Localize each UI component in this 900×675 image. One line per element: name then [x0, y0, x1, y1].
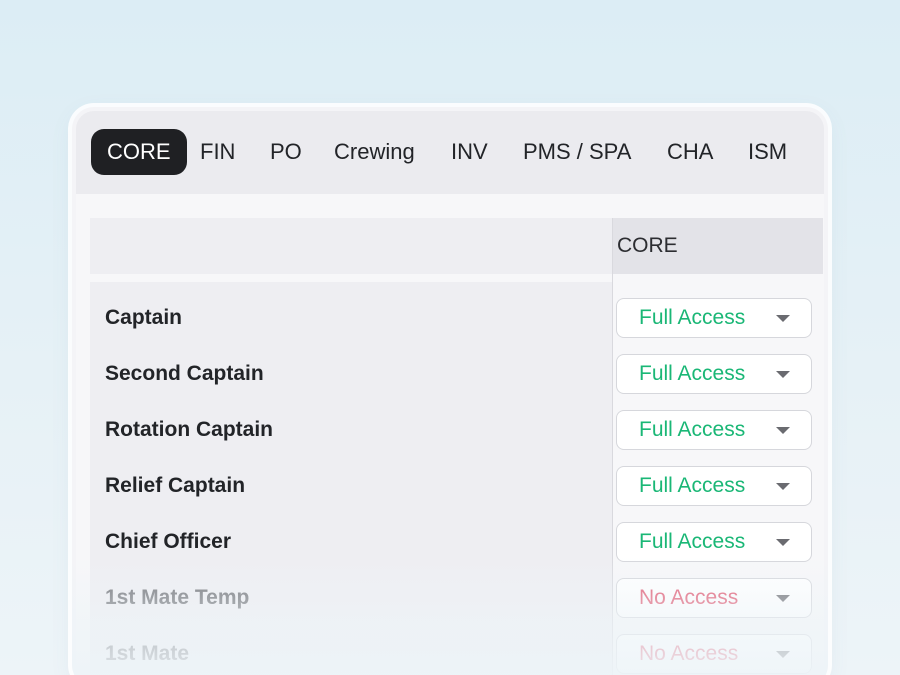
- tab-cha[interactable]: CHA: [667, 129, 713, 175]
- access-level-select[interactable]: Full Access: [616, 410, 812, 450]
- table-row: Relief Captain Full Access: [90, 458, 823, 514]
- caret-down-icon: [776, 595, 790, 602]
- role-name: Chief Officer: [105, 530, 232, 553]
- caret-down-icon: [776, 371, 790, 378]
- role-name: Captain: [105, 306, 183, 329]
- access-level-select[interactable]: Full Access: [616, 298, 812, 338]
- access-level-value: Full Access: [639, 474, 746, 497]
- tab-fin[interactable]: FIN: [200, 129, 235, 175]
- access-level-select[interactable]: Full Access: [616, 466, 812, 506]
- module-tab-bar: CORE FIN PO Crewing INV PMS / SPA CHA IS…: [76, 111, 824, 194]
- tab-ism[interactable]: ISM: [748, 129, 787, 175]
- role-name: Second Captain: [105, 362, 264, 385]
- access-level-value: Full Access: [639, 530, 746, 553]
- table-row: Captain Full Access: [90, 290, 823, 346]
- role-column-header: [90, 218, 612, 274]
- table-row: Second Captain Full Access: [90, 346, 823, 402]
- access-level-select[interactable]: No Access: [616, 634, 812, 674]
- tab-crewing[interactable]: Crewing: [334, 129, 415, 175]
- access-level-value: No Access: [639, 586, 739, 609]
- access-level-select[interactable]: Full Access: [616, 522, 812, 562]
- access-level-value: No Access: [639, 642, 739, 665]
- access-level-value: Full Access: [639, 418, 746, 441]
- access-level-value: Full Access: [639, 362, 746, 385]
- permissions-card: CORE FIN PO Crewing INV PMS / SPA CHA IS…: [72, 107, 828, 675]
- caret-down-icon: [776, 651, 790, 658]
- role-name: 1st Mate: [105, 642, 190, 665]
- access-level-value: Full Access: [639, 306, 746, 329]
- core-column-header: CORE: [613, 218, 823, 274]
- table-row: Chief Officer Full Access: [90, 514, 823, 570]
- tab-inv[interactable]: INV: [451, 129, 488, 175]
- table-row: 1st Mate Temp No Access: [90, 570, 823, 626]
- table-row: 1st Mate No Access: [90, 626, 823, 675]
- caret-down-icon: [776, 315, 790, 322]
- access-level-select[interactable]: No Access: [616, 578, 812, 618]
- access-level-select[interactable]: Full Access: [616, 354, 812, 394]
- caret-down-icon: [776, 539, 790, 546]
- caret-down-icon: [776, 427, 790, 434]
- tab-pms-spa[interactable]: PMS / SPA: [523, 129, 631, 175]
- role-name: Relief Captain: [105, 474, 246, 497]
- table-row: Rotation Captain Full Access: [90, 402, 823, 458]
- role-name: Rotation Captain: [105, 418, 273, 441]
- caret-down-icon: [776, 483, 790, 490]
- permissions-table: CORE Captain Full Access Second Captain Ful…: [76, 194, 824, 675]
- tab-po[interactable]: PO: [270, 129, 302, 175]
- role-name: 1st Mate Temp: [105, 586, 250, 609]
- tab-core[interactable]: CORE: [91, 129, 187, 175]
